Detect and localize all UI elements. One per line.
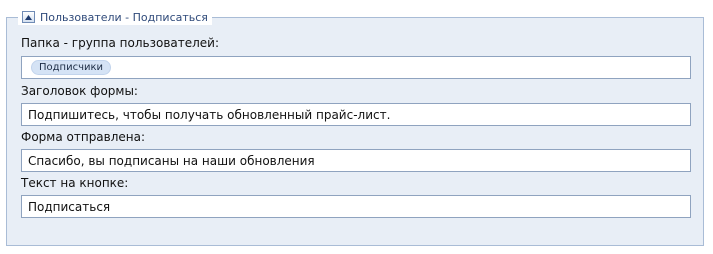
collapse-arrow-icon[interactable] bbox=[22, 11, 35, 23]
form-title-input[interactable]: Подпишитесь, чтобы получать обновленный … bbox=[21, 103, 691, 126]
button-text-input[interactable]: Подписаться bbox=[21, 195, 691, 218]
button-text-label: Текст на кнопке: bbox=[21, 176, 129, 190]
form-sent-input[interactable]: Спасибо, вы подписаны на наши обновления bbox=[21, 149, 691, 172]
group-field[interactable]: Подписчики bbox=[21, 56, 691, 79]
panel-title: Пользователи - Подписаться bbox=[40, 10, 208, 24]
group-label: Папка - группа пользователей: bbox=[21, 36, 220, 50]
form-sent-label: Форма отправлена: bbox=[21, 130, 146, 144]
group-tag[interactable]: Подписчики bbox=[31, 60, 112, 75]
panel-legend: Пользователи - Подписаться bbox=[18, 9, 212, 25]
form-title-label: Заголовок формы: bbox=[21, 84, 138, 98]
